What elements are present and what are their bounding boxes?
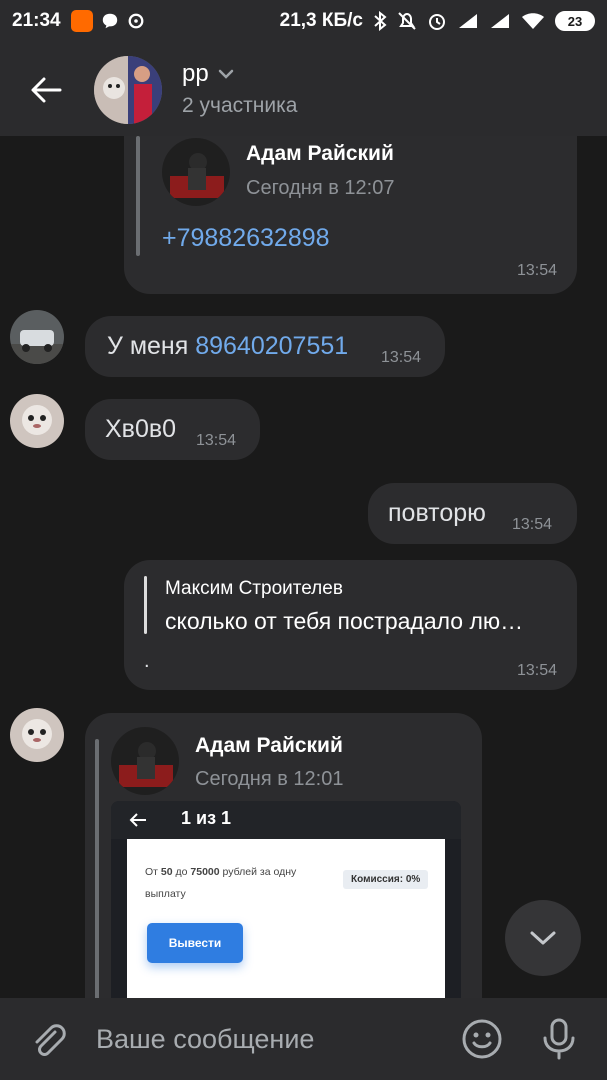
chat-avatar[interactable] xyxy=(94,56,162,124)
message-text: Хв0в0 xyxy=(105,415,177,443)
forward-author[interactable]: Адам Райский xyxy=(195,734,343,758)
message-input[interactable]: Ваше сообщение xyxy=(96,1024,314,1055)
range-text-3: выплату xyxy=(145,888,186,900)
signal-icon-2 xyxy=(491,14,509,28)
forwarded-message[interactable]: Адам Райский Сегодня в 12:07 +7988263289… xyxy=(124,136,577,294)
sender-avatar[interactable] xyxy=(10,708,64,762)
chat-title[interactable]: рр xyxy=(182,60,235,88)
image-viewer-bar: 1 из 1 xyxy=(111,801,461,839)
phone-link[interactable]: +79882632898 xyxy=(162,224,330,253)
image-counter: 1 из 1 xyxy=(181,808,232,828)
chat-header: рр 2 участника xyxy=(0,42,607,136)
battery-level: 23 xyxy=(567,13,583,29)
sync-notification-icon xyxy=(128,13,144,29)
attached-image[interactable]: 1 из 1 От 50 до 75000 рублей за одну выпл… xyxy=(111,801,461,998)
message-time: 13:54 xyxy=(516,262,557,279)
back-arrow-icon[interactable] xyxy=(26,70,66,110)
status-time: 21:34 xyxy=(12,10,61,31)
withdraw-button: Вывести xyxy=(147,923,243,963)
message-text: . xyxy=(144,650,150,672)
sender-avatar[interactable] xyxy=(10,394,64,448)
range-mid: до xyxy=(172,866,191,878)
network-speed: 21,3 КБ/с xyxy=(279,10,363,31)
chat-avatar-image xyxy=(94,56,162,124)
chat-members-count: 2 участника xyxy=(182,94,298,117)
reply-quote[interactable]: сколько от тебя пострадало лю… xyxy=(165,608,523,635)
reply-bar xyxy=(144,576,147,634)
chevron-down-icon xyxy=(530,931,556,945)
forward-bar xyxy=(95,739,99,998)
back-arrow-icon xyxy=(129,813,146,827)
bluetooth-icon xyxy=(374,11,387,31)
message-time: 13:54 xyxy=(512,516,553,533)
forward-date: Сегодня в 12:01 xyxy=(195,768,344,790)
chevron-down-icon xyxy=(218,69,233,79)
status-bar: 21:34 21,3 КБ/с 23 xyxy=(0,0,607,42)
fee-badge: Комиссия: 0% xyxy=(343,870,429,889)
message-time: 13:54 xyxy=(516,662,557,679)
phone-link[interactable]: 89640207551 xyxy=(195,332,348,360)
range-max: 75000 xyxy=(190,866,220,878)
signal-icon-1 xyxy=(459,14,477,28)
scroll-to-bottom-button[interactable] xyxy=(505,900,581,976)
reply-message[interactable]: Максим Строителев сколько от тебя постра… xyxy=(124,560,577,690)
microphone-icon[interactable] xyxy=(541,1018,577,1060)
attach-icon[interactable] xyxy=(28,1020,68,1060)
wifi-icon xyxy=(522,13,544,29)
forward-date: Сегодня в 12:07 xyxy=(246,177,395,199)
range-text-1: От xyxy=(145,866,161,878)
screenshot-card: От 50 до 75000 рублей за одну выплату Ком… xyxy=(127,839,445,998)
message-bubble[interactable]: У меня 89640207551 13:54 xyxy=(85,316,445,377)
reply-author[interactable]: Максим Строителев xyxy=(165,578,343,600)
message-text: У меня 89640207551 xyxy=(107,332,348,361)
alarm-icon xyxy=(429,14,445,30)
emoji-icon[interactable] xyxy=(461,1018,503,1060)
app-notification-icon xyxy=(70,10,93,32)
mute-bell-icon xyxy=(398,12,416,30)
forward-bar xyxy=(136,136,140,256)
forward-author-avatar xyxy=(162,138,230,206)
forwarded-message[interactable]: Адам Райский Сегодня в 12:01 1 из 1 От 5… xyxy=(85,713,482,998)
message-time: 13:54 xyxy=(196,432,237,449)
chat-notification-icon xyxy=(102,13,117,29)
range-min: 50 xyxy=(160,866,173,878)
message-composer: Ваше сообщение xyxy=(0,998,607,1080)
message-feed[interactable]: Адам Райский Сегодня в 12:07 +7988263289… xyxy=(0,136,607,998)
message-time: 13:54 xyxy=(381,349,422,366)
message-text: повторю xyxy=(388,499,486,527)
message-bubble[interactable]: Хв0в0 13:54 xyxy=(85,399,260,460)
forward-author-avatar xyxy=(111,727,179,795)
chat-title-text: рр xyxy=(182,60,209,87)
range-text-2: рублей за одну xyxy=(219,866,297,878)
battery-indicator: 23 xyxy=(555,11,595,31)
sender-avatar[interactable] xyxy=(10,310,64,364)
forward-author[interactable]: Адам Райский xyxy=(246,142,394,166)
message-bubble[interactable]: повторю 13:54 xyxy=(368,483,577,544)
message-text-prefix: У меня xyxy=(107,332,189,360)
screenshot-range-text: От 50 до 75000 рублей за одну выплату xyxy=(145,861,335,905)
